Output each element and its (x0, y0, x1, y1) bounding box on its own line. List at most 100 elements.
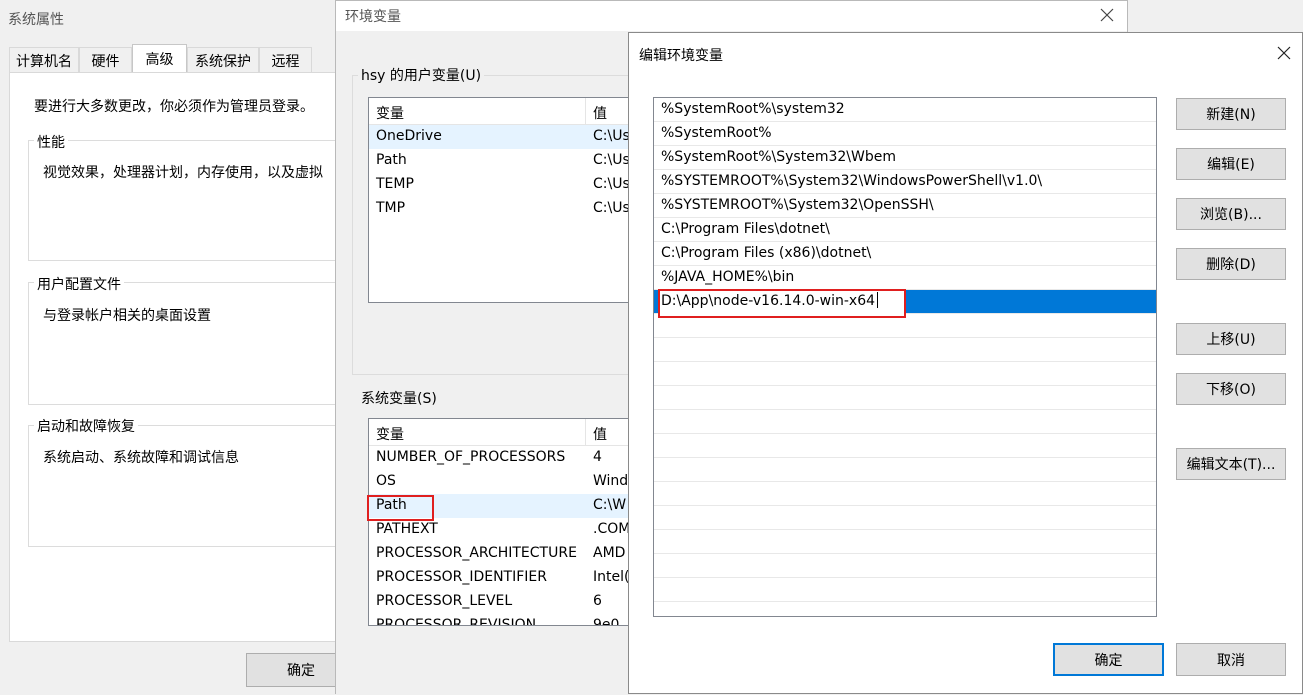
path-entry-empty[interactable] (654, 506, 1156, 530)
tab-remote[interactable]: 远程 (259, 47, 312, 73)
column-divider (585, 419, 586, 445)
user-var-row-tmp[interactable]: TMP C:\Us (369, 197, 667, 221)
system-var-row[interactable]: PATHEXT .COM (369, 518, 667, 542)
path-entry-empty[interactable] (654, 410, 1156, 434)
tab-hardware[interactable]: 硬件 (79, 47, 132, 73)
var-name: PROCESSOR_IDENTIFIER (376, 569, 547, 585)
path-entry-empty[interactable] (654, 530, 1156, 554)
tab-advanced[interactable]: 高级 (132, 44, 187, 73)
browse-button[interactable]: 浏览(B)... (1176, 198, 1286, 230)
tab-label: 硬件 (91, 53, 120, 70)
path-edit-input[interactable]: D:\App\node-v16.14.0-win-x64 (659, 290, 905, 314)
path-entry-empty[interactable] (654, 554, 1156, 578)
user-profiles-label: 用户配置文件 (34, 274, 124, 294)
path-entry[interactable]: %SystemRoot%\System32\Wbem (654, 146, 1156, 170)
tab-computer-name[interactable]: 计算机名 (9, 47, 79, 73)
var-name: OS (376, 473, 396, 489)
column-header-value[interactable]: 值 (593, 103, 607, 123)
startup-recovery-group (28, 425, 358, 547)
path-entry-empty[interactable] (654, 458, 1156, 482)
path-entry[interactable]: %JAVA_HOME%\bin (654, 266, 1156, 290)
path-entry[interactable]: C:\Program Files\dotnet\ (654, 218, 1156, 242)
column-header-name[interactable]: 变量 (376, 103, 404, 123)
tab-label: 计算机名 (16, 53, 72, 70)
environment-variables-title: 环境变量 (345, 9, 401, 25)
path-entry-empty[interactable] (654, 578, 1156, 602)
edit-environment-variable-dialog: 编辑环境变量 %SystemRoot%\system32 %SystemRoot… (628, 32, 1303, 694)
path-entry-empty[interactable] (654, 362, 1156, 386)
path-entry-empty[interactable] (654, 386, 1156, 410)
tab-label: 系统保护 (195, 53, 251, 70)
var-value: C:\Us (593, 176, 630, 192)
system-variables-list[interactable]: 变量 值 NUMBER_OF_PROCESSORS 4 OS Wind Path C:… (368, 418, 668, 626)
path-entry-empty[interactable] (654, 434, 1156, 458)
path-entry-editing[interactable]: D:\App\node-v16.14.0-win-x64 (654, 290, 1156, 314)
system-var-row[interactable]: PROCESSOR_REVISION 9e0 (369, 614, 667, 626)
var-name: PATHEXT (376, 521, 438, 537)
user-var-row-temp[interactable]: TEMP C:\Us (369, 173, 667, 197)
text-caret (877, 292, 879, 308)
var-name: Path (376, 152, 407, 168)
path-entry-empty[interactable] (654, 482, 1156, 506)
system-var-row[interactable]: NUMBER_OF_PROCESSORS 4 (369, 446, 667, 470)
path-entry[interactable]: %SYSTEMROOT%\System32\OpenSSH\ (654, 194, 1156, 218)
column-header-name[interactable]: 变量 (376, 424, 404, 444)
var-value: 6 (593, 593, 602, 609)
list-header: 变量 值 (369, 419, 667, 446)
tab-label: 高级 (145, 52, 174, 68)
cancel-button[interactable]: 取消 (1176, 643, 1286, 676)
path-edit-value: D:\App\node-v16.14.0-win-x64 (661, 293, 876, 309)
column-divider (585, 98, 586, 124)
system-var-row[interactable]: PROCESSOR_LEVEL 6 (369, 590, 667, 614)
var-value: Wind (593, 473, 629, 489)
edit-text-button[interactable]: 编辑文本(T)... (1176, 448, 1286, 480)
var-value: AMD (593, 545, 626, 561)
edit-env-title: 编辑环境变量 (639, 48, 723, 64)
var-value: C:\W (593, 497, 627, 513)
var-name: Path (376, 497, 407, 513)
performance-text: 视觉效果，处理器计划，内存使用，以及虚拟 (43, 165, 323, 181)
path-list[interactable]: %SystemRoot%\system32 %SystemRoot% %Syst… (653, 97, 1157, 617)
performance-label: 性能 (34, 132, 68, 152)
var-value: 4 (593, 449, 602, 465)
var-value: Intel( (593, 569, 630, 585)
var-name: TEMP (376, 176, 414, 192)
var-value: C:\Us (593, 200, 630, 216)
path-entry[interactable]: %SystemRoot% (654, 122, 1156, 146)
user-var-row-onedrive[interactable]: OneDrive C:\Us (369, 125, 667, 149)
system-variables-label: 系统变量(S) (358, 388, 440, 408)
system-var-row[interactable]: PROCESSOR_IDENTIFIER Intel( (369, 566, 667, 590)
move-up-button[interactable]: 上移(U) (1176, 323, 1286, 355)
path-entry-empty[interactable] (654, 338, 1156, 362)
path-entry-empty[interactable] (654, 314, 1156, 338)
path-entry[interactable]: %SYSTEMROOT%\System32\WindowsPowerShell\… (654, 170, 1156, 194)
edit-button[interactable]: 编辑(E) (1176, 148, 1286, 180)
var-value: C:\Us (593, 152, 630, 168)
var-name: NUMBER_OF_PROCESSORS (376, 449, 566, 465)
tab-system-protection[interactable]: 系统保护 (187, 47, 259, 73)
column-header-value[interactable]: 值 (593, 424, 607, 444)
var-value: C:\Us (593, 128, 630, 144)
system-var-row[interactable]: OS Wind (369, 470, 667, 494)
tab-label: 远程 (271, 53, 300, 70)
user-var-row-path[interactable]: Path C:\Us (369, 149, 667, 173)
close-icon[interactable] (1276, 45, 1292, 61)
ok-button[interactable]: 确定 (1053, 643, 1164, 676)
user-profiles-group (28, 282, 358, 405)
system-var-row[interactable]: PROCESSOR_ARCHITECTURE AMD (369, 542, 667, 566)
var-value: .COM (593, 521, 631, 537)
user-variables-list[interactable]: 变量 值 OneDrive C:\Us Path C:\Us TEMP C:\Us T… (368, 97, 668, 303)
system-var-row-path[interactable]: Path C:\W (369, 494, 667, 518)
new-button[interactable]: 新建(N) (1176, 98, 1286, 130)
performance-group (28, 140, 358, 261)
path-entry[interactable]: %SystemRoot%\system32 (654, 98, 1156, 122)
path-entry[interactable]: C:\Program Files (x86)\dotnet\ (654, 242, 1156, 266)
var-name: PROCESSOR_LEVEL (376, 593, 513, 609)
var-value: 9e0 (593, 617, 620, 626)
startup-recovery-text: 系统启动、系统故障和调试信息 (43, 450, 239, 466)
close-icon[interactable] (1099, 7, 1115, 23)
var-name: PROCESSOR_ARCHITECTURE (376, 545, 577, 561)
move-down-button[interactable]: 下移(O) (1176, 373, 1286, 405)
delete-button[interactable]: 删除(D) (1176, 248, 1286, 280)
admin-note: 要进行大多数更改，你必须作为管理员登录。 (34, 99, 314, 115)
